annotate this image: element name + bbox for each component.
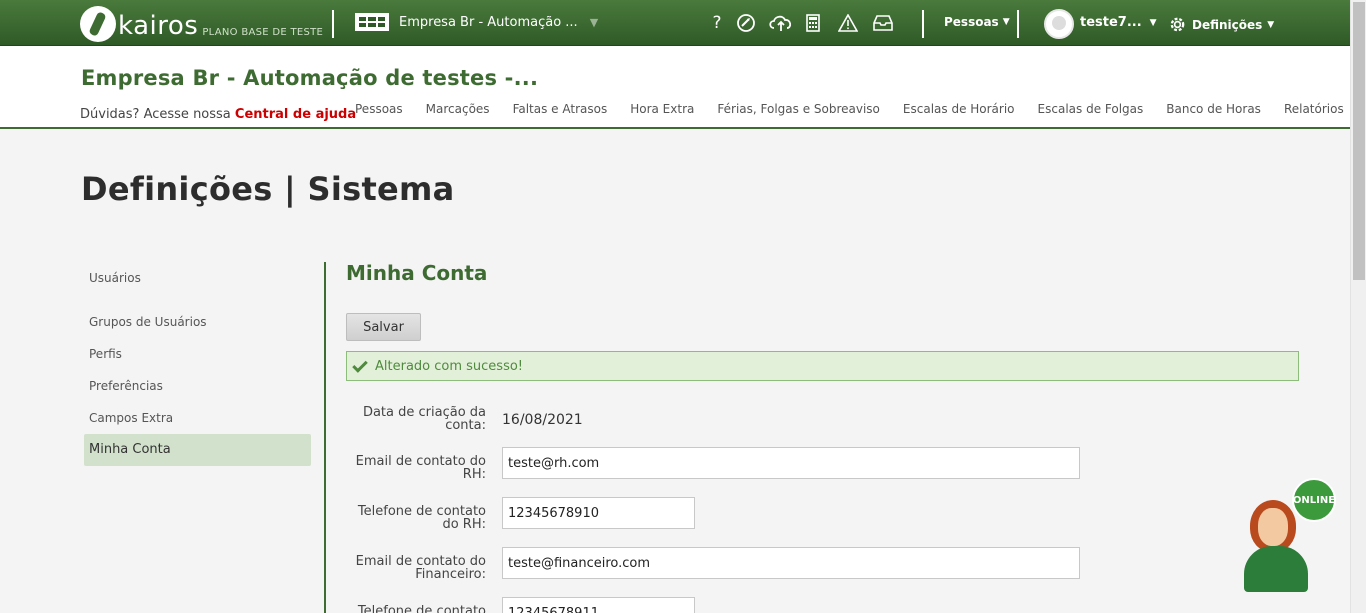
chevron-down-icon: ▼	[1002, 17, 1010, 27]
help-prefix: Dúvidas? Acesse nossa	[80, 107, 231, 122]
gear-icon	[1170, 17, 1185, 32]
nav-banco-horas[interactable]: Banco de Horas	[1166, 102, 1261, 116]
user-menu[interactable]: teste7... ▼	[1080, 15, 1157, 30]
sidebar-item-grupos-usuarios[interactable]: Grupos de Usuários	[84, 306, 311, 338]
nav-hora-extra[interactable]: Hora Extra	[630, 102, 694, 116]
avatar[interactable]	[1044, 9, 1074, 39]
nav-escalas-horario[interactable]: Escalas de Horário	[903, 102, 1015, 116]
settings-sidebar: Usuários Grupos de Usuários Perfis Prefe…	[84, 262, 311, 466]
phone-rh-row: Telefone de contato do RH:	[346, 497, 695, 531]
chevron-down-icon: ▼	[1149, 17, 1157, 28]
section-title: Minha Conta	[346, 261, 488, 285]
check-icon	[352, 356, 368, 373]
sidebar-divider	[324, 262, 326, 613]
nav-escalas-folgas[interactable]: Escalas de Folgas	[1038, 102, 1144, 116]
email-rh-label: Email de contato do RH:	[355, 454, 486, 482]
divider	[1017, 10, 1019, 38]
email-fin-row: Email de contato do Financeiro:	[346, 547, 1080, 581]
feedback-icon[interactable]	[735, 12, 757, 34]
plan-label: PLANO BASE DE TESTE	[202, 27, 324, 38]
created-date-value: 16/08/2021	[502, 412, 583, 428]
email-fin-label: Email de contato do Financeiro:	[355, 554, 486, 582]
email-rh-row: Email de contato do RH:	[346, 447, 1080, 481]
created-date-row: Data de criação da conta: 16/08/2021	[346, 404, 583, 432]
company-selector[interactable]: Empresa Br - Automação ... ▼	[355, 13, 598, 31]
pessoas-menu[interactable]: Pessoas ▼	[944, 15, 1010, 29]
settings-menu[interactable]: Definições ▼	[1168, 15, 1274, 34]
warning-icon[interactable]	[837, 12, 859, 34]
company-title: Empresa Br - Automação de testes -...	[81, 66, 539, 90]
scrollbar-thumb[interactable]	[1353, 2, 1365, 280]
page-scrollbar[interactable]	[1350, 0, 1366, 613]
agent-body	[1244, 546, 1308, 592]
company-header: Empresa Br - Automação de testes -... Dú…	[0, 46, 1350, 129]
success-alert: Alterado com sucesso!	[346, 351, 1299, 381]
user-name: teste7...	[1080, 15, 1142, 30]
nav-relatorios[interactable]: Relatórios	[1284, 102, 1344, 116]
created-date-label: Data de criação da conta:	[362, 405, 486, 433]
phone-rh-field[interactable]	[502, 497, 695, 529]
sidebar-item-campos-extra[interactable]: Campos Extra	[84, 402, 311, 434]
logo-mark-icon	[80, 6, 116, 42]
pessoas-menu-label: Pessoas	[944, 15, 999, 29]
nav-faltas-atrasos[interactable]: Faltas e Atrasos	[513, 102, 608, 116]
online-badge: ONLINE	[1292, 478, 1336, 522]
inbox-icon[interactable]	[872, 12, 894, 34]
divider	[922, 10, 924, 38]
chevron-down-icon: ▼	[1267, 19, 1275, 30]
phone-fin-field[interactable]	[502, 597, 695, 613]
cloud-upload-icon[interactable]	[768, 12, 794, 34]
phone-fin-label: Telefone de contato	[357, 604, 486, 613]
top-bar: kairos PLANO BASE DE TESTE Empresa Br - …	[0, 0, 1350, 46]
success-message: Alterado com sucesso!	[375, 358, 524, 374]
nav-marcacoes[interactable]: Marcações	[426, 102, 490, 116]
help-center-link[interactable]: Central de ajuda	[235, 107, 356, 122]
help-line: Dúvidas? Acesse nossa Central de ajuda	[80, 107, 356, 122]
company-selector-label: Empresa Br - Automação ...	[399, 14, 578, 30]
sidebar-item-usuarios[interactable]: Usuários	[84, 262, 311, 294]
nav-ferias-folgas[interactable]: Férias, Folgas e Sobreaviso	[717, 102, 880, 116]
chevron-down-icon: ▼	[589, 15, 599, 29]
save-button[interactable]: Salvar	[346, 313, 421, 341]
settings-menu-label: Definições	[1192, 17, 1263, 32]
agent-face	[1258, 508, 1288, 546]
main-nav: Pessoas Marcações Faltas e Atrasos Hora …	[355, 102, 1366, 116]
sidebar-item-preferencias[interactable]: Preferências	[84, 370, 311, 402]
email-fin-field[interactable]	[502, 547, 1080, 579]
logo-text: kairos	[118, 11, 199, 41]
phone-rh-label: Telefone de contato do RH:	[357, 504, 486, 532]
sidebar-item-perfis[interactable]: Perfis	[84, 338, 311, 370]
email-rh-field[interactable]	[502, 447, 1080, 479]
calculator-icon[interactable]	[802, 12, 824, 34]
kairos-logo[interactable]: kairos PLANO BASE DE TESTE	[80, 4, 323, 42]
help-icon[interactable]: ?	[706, 12, 728, 34]
nav-pessoas[interactable]: Pessoas	[355, 102, 403, 116]
chat-widget[interactable]: ONLINE	[1238, 478, 1338, 594]
sidebar-item-minha-conta[interactable]: Minha Conta	[84, 434, 311, 466]
divider	[332, 10, 334, 38]
phone-fin-row: Telefone de contato	[346, 597, 695, 613]
company-grid-icon	[355, 13, 389, 31]
page-title: Definições | Sistema	[81, 170, 455, 208]
